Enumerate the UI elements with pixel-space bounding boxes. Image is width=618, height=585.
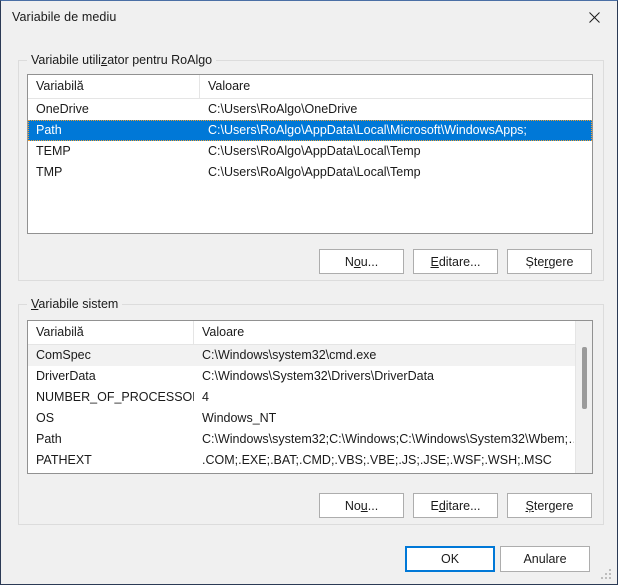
title-bar: Variabile de mediu <box>1 1 617 33</box>
window-title: Variabile de mediu <box>12 10 117 24</box>
system-variable-name: DriverData <box>36 369 96 383</box>
system-variable-name: NUMBER_OF_PROCESSORS <box>36 390 194 404</box>
user-variable-value: C:\Users\RoAlgo\AppData\Local\Temp <box>208 144 421 158</box>
user-column-header-value[interactable]: Valoare <box>200 75 590 98</box>
user-list-header: Variabilă Valoare <box>28 75 592 99</box>
user-edit-post: ditare... <box>438 254 481 269</box>
user-variable-name: TEMP <box>36 144 71 158</box>
user-delete-post: gere <box>548 254 574 269</box>
table-row[interactable]: OS Windows_NT <box>28 408 592 429</box>
table-row[interactable]: DriverData C:\Windows\System32\Drivers\D… <box>28 366 592 387</box>
system-list-header: Variabilă Valoare <box>28 321 592 345</box>
system-delete-post: tergere <box>533 498 574 513</box>
table-row[interactable]: TEMP C:\Users\RoAlgo\AppData\Local\Temp <box>28 141 592 162</box>
user-variable-value: C:\Users\RoAlgo\AppData\Local\Temp <box>208 165 421 179</box>
table-row[interactable]: Path C:\Windows\system32;C:\Windows;C:\W… <box>28 429 592 450</box>
close-icon <box>588 11 600 23</box>
ok-button[interactable]: OK <box>405 546 495 572</box>
system-new-pre: No <box>344 498 361 513</box>
system-new-post: ... <box>367 498 379 513</box>
user-new-post: u... <box>360 254 379 269</box>
user-delete-button[interactable]: Ște r gere <box>507 249 592 274</box>
system-edit-post: itare... <box>445 498 481 513</box>
environment-variables-dialog: Variabile de mediu Variabile utilizator … <box>0 0 618 585</box>
user-variable-value: C:\Users\RoAlgo\OneDrive <box>208 102 358 116</box>
system-new-button[interactable]: No u... <box>319 493 404 518</box>
system-variable-name: ComSpec <box>36 348 91 362</box>
system-variable-name: PROCESSOR_ARCHITECTURE <box>28 471 194 473</box>
cancel-button[interactable]: Anulare <box>500 546 590 572</box>
system-list-body: ComSpec C:\Windows\system32\cmd.exe Driv… <box>28 345 592 473</box>
resize-grip[interactable] <box>601 569 613 581</box>
user-column-header-variable[interactable]: Variabilă <box>28 75 200 98</box>
system-list-scrollbar[interactable] <box>575 321 592 473</box>
table-row[interactable]: OneDrive C:\Users\RoAlgo\OneDrive <box>28 99 592 120</box>
system-variable-value: .COM;.EXE;.BAT;.CMD;.VBS;.VBE;.JS;.JSE;.… <box>202 453 552 467</box>
user-group-label-suffix: ator pentru RoAlgo <box>107 53 213 67</box>
system-variable-value: 4 <box>202 390 209 404</box>
system-delete-accel: Ș <box>525 498 534 513</box>
table-row[interactable]: Path C:\Users\RoAlgo\AppData\Local\Micro… <box>28 120 592 141</box>
system-column-header-value[interactable]: Valoare <box>194 321 574 344</box>
user-variables-listview[interactable]: Variabilă Valoare OneDrive C:\Users\RoAl… <box>27 74 593 234</box>
system-variable-name: PATHEXT <box>36 453 92 467</box>
user-new-accel: o <box>353 254 361 269</box>
user-new-button[interactable]: No u... <box>319 249 404 274</box>
system-delete-button[interactable]: Ștergere <box>507 493 592 518</box>
table-row[interactable]: NUMBER_OF_PROCESSORS 4 <box>28 387 592 408</box>
close-button[interactable] <box>571 2 617 33</box>
system-variable-value: AMD64 <box>194 471 574 473</box>
system-edit-accel: d <box>438 498 446 513</box>
user-delete-pre: Ște <box>525 254 545 269</box>
system-list-scrollbar-thumb[interactable] <box>582 347 587 409</box>
system-group-label-suffix: ariabile sistem <box>38 297 119 311</box>
system-variable-name: Path <box>36 432 62 446</box>
system-variable-name: OS <box>36 411 55 425</box>
system-edit-button[interactable]: Ed itare... <box>413 493 498 518</box>
table-row[interactable]: PATHEXT .COM;.EXE;.BAT;.CMD;.VBS;.VBE;.J… <box>28 450 592 471</box>
table-row[interactable]: ComSpec C:\Windows\system32\cmd.exe <box>28 345 592 366</box>
user-edit-accel: E <box>430 254 439 269</box>
user-variable-name: TMP <box>36 165 63 179</box>
system-variable-value: C:\Windows\system32;C:\Windows;C:\Window… <box>202 432 574 446</box>
user-group-label-prefix: Variabile utili <box>31 53 101 67</box>
system-variable-value: C:\Windows\System32\Drivers\DriverData <box>202 369 434 383</box>
system-variables-listview[interactable]: Variabilă Valoare ComSpec C:\Windows\sys… <box>27 320 593 474</box>
user-edit-button[interactable]: Editare... <box>413 249 498 274</box>
system-variables-group-label: Variabile sistem <box>27 297 123 311</box>
system-edit-pre: E <box>430 498 439 513</box>
user-variable-name: Path <box>36 123 62 137</box>
user-new-pre: N <box>344 254 354 269</box>
table-row[interactable]: TMP C:\Users\RoAlgo\AppData\Local\Temp <box>28 162 592 183</box>
user-variable-name: OneDrive <box>36 102 89 116</box>
user-list-body: OneDrive C:\Users\RoAlgo\OneDrive Path C… <box>28 99 592 183</box>
user-variables-group-label: Variabile utilizator pentru RoAlgo <box>27 53 217 67</box>
system-new-accel: u <box>360 498 368 513</box>
user-variable-value: C:\Users\RoAlgo\AppData\Local\Microsoft\… <box>208 123 527 137</box>
system-variable-value: C:\Windows\system32\cmd.exe <box>202 348 377 362</box>
system-column-header-variable[interactable]: Variabilă <box>28 321 194 344</box>
table-row[interactable]: PROCESSOR_ARCHITECTURE AMD64 <box>28 471 592 473</box>
system-variable-value: Windows_NT <box>202 411 277 425</box>
